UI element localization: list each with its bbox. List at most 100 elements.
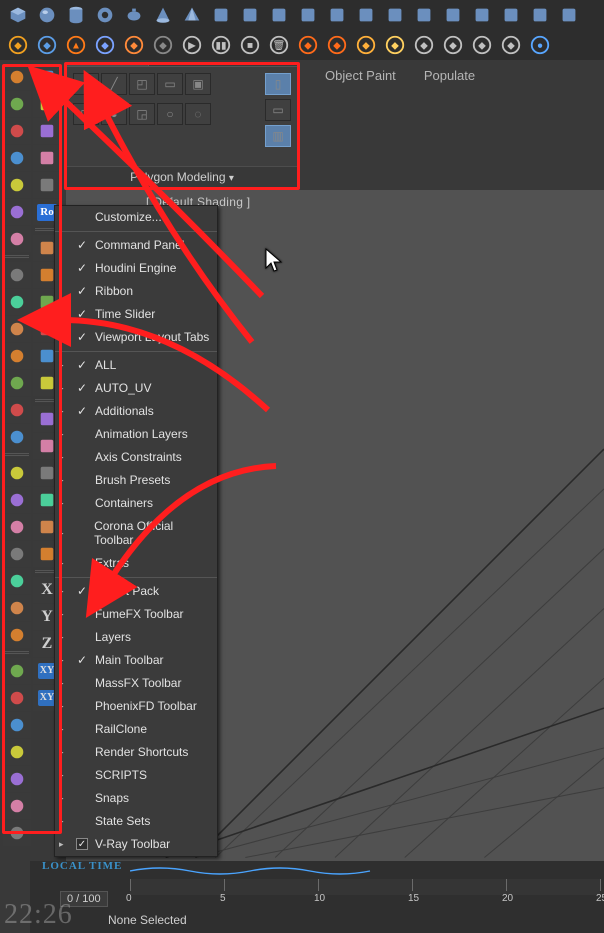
tool-a21[interactable]: [3, 622, 31, 648]
ripple-icon[interactable]: ◆: [91, 32, 119, 58]
menu-item-axis-constraints[interactable]: ▸Axis Constraints: [55, 446, 217, 469]
primitive-cylinder-button[interactable]: [62, 2, 90, 28]
edit-btn-3[interactable]: ◲: [129, 103, 155, 125]
edit-btn-5[interactable]: ◌: [185, 103, 211, 125]
tool-a22[interactable]: [3, 658, 31, 684]
polygon-modeling-title[interactable]: Polygon Modeling ▾: [67, 166, 297, 187]
tool-a13[interactable]: [3, 397, 31, 423]
time-ruler[interactable]: 0510152025: [130, 879, 600, 895]
tool-a10[interactable]: [3, 316, 31, 342]
menu-item-state-sets[interactable]: ▸State Sets: [55, 810, 217, 833]
tool-a24[interactable]: [3, 712, 31, 738]
primitive-oil-tank-button[interactable]: [352, 2, 380, 28]
preview-toggle-a[interactable]: ▯: [265, 73, 291, 95]
preview-toggle-b[interactable]: ▭: [265, 99, 291, 121]
trash-icon[interactable]: 🗑: [265, 32, 293, 58]
tool-a2[interactable]: [3, 91, 31, 117]
tool-a26[interactable]: [3, 766, 31, 792]
primitive-spindle-button[interactable]: [381, 2, 409, 28]
tool-a9[interactable]: [3, 289, 31, 315]
ribbon-tab-populate[interactable]: Populate: [410, 63, 489, 90]
menu-item-render-shortcuts[interactable]: ▸Render Shortcuts: [55, 741, 217, 764]
menu-item-layers[interactable]: ▸Layers: [55, 626, 217, 649]
menu-item-extras[interactable]: ▸Extras: [55, 552, 217, 575]
tool-a11[interactable]: [3, 343, 31, 369]
tool-a18[interactable]: [3, 541, 31, 567]
curve-track[interactable]: [130, 865, 600, 877]
tool-a12[interactable]: [3, 370, 31, 396]
tool-a16[interactable]: [3, 487, 31, 513]
subobj-poly-button[interactable]: ▭: [157, 73, 183, 95]
tool-a8[interactable]: [3, 262, 31, 288]
menu-item-massfx-toolbar[interactable]: ▸MassFX Toolbar: [55, 672, 217, 695]
tb4[interactable]: [33, 145, 61, 171]
edit-btn-2[interactable]: ◒: [101, 103, 127, 125]
primitive-pyramid-button[interactable]: [178, 2, 206, 28]
tool-a17[interactable]: [3, 514, 31, 540]
primitive-chamfer-box-button[interactable]: [294, 2, 322, 28]
play-icon[interactable]: ▶: [178, 32, 206, 58]
menu-item-fumefx-toolbar[interactable]: ▸FumeFX Toolbar: [55, 603, 217, 626]
tool-a27[interactable]: [3, 793, 31, 819]
tool-a6[interactable]: [3, 199, 31, 225]
atoms-icon[interactable]: ◆: [120, 32, 148, 58]
primitive-lextended-button[interactable]: [410, 2, 438, 28]
tool-a23[interactable]: [3, 685, 31, 711]
primitive-capsule-button[interactable]: [323, 2, 351, 28]
drop-icon[interactable]: ●: [526, 32, 554, 58]
tb1[interactable]: [33, 64, 61, 90]
orb-icon[interactable]: ◆: [410, 32, 438, 58]
toolbar-separator[interactable]: [5, 453, 29, 457]
tool-a14[interactable]: [3, 424, 31, 450]
menu-item-additionals[interactable]: ▸✓Additionals: [55, 400, 217, 423]
menu-item-scripts[interactable]: ▸SCRIPTS: [55, 764, 217, 787]
menu-item-animation-layers[interactable]: ▸Animation Layers: [55, 423, 217, 446]
tool-a3[interactable]: [3, 118, 31, 144]
primitive-ring-wave-button[interactable]: [468, 2, 496, 28]
menu-item-auto-uv[interactable]: ▸✓AUTO_UV: [55, 377, 217, 400]
render-icon[interactable]: ◆: [439, 32, 467, 58]
subobj-vertex-button[interactable]: ◦: [73, 73, 99, 95]
menu-item-houdini-engine[interactable]: ✓Houdini Engine: [55, 257, 217, 280]
tb3[interactable]: [33, 118, 61, 144]
primitive-text-button[interactable]: [555, 2, 583, 28]
menu-item-all[interactable]: ▸✓ALL: [55, 354, 217, 377]
menu-item-containers[interactable]: ▸Containers: [55, 492, 217, 515]
menu-item-time-slider[interactable]: ✓Time Slider: [55, 303, 217, 326]
tool-a5[interactable]: [3, 172, 31, 198]
rays-icon[interactable]: ◆: [381, 32, 409, 58]
menu-item-brush-presets[interactable]: ▸Brush Presets: [55, 469, 217, 492]
swirl-icon[interactable]: ◆: [497, 32, 525, 58]
menu-item-corona-official-toolbar[interactable]: ▸Corona Official Toolbar: [55, 515, 217, 552]
tool-a1[interactable]: [3, 64, 31, 90]
ribbon-tab-object-paint[interactable]: Object Paint: [311, 63, 410, 90]
primitive-cone-button[interactable]: [149, 2, 177, 28]
menu-item-forest-pack[interactable]: ▸✓Forest Pack: [55, 580, 217, 603]
subobj-element-button[interactable]: ▣: [185, 73, 211, 95]
menu-item-snaps[interactable]: ▸Snaps: [55, 787, 217, 810]
tb5[interactable]: [33, 172, 61, 198]
toolbar-separator[interactable]: [5, 651, 29, 655]
pause-icon[interactable]: ▮▮: [207, 32, 235, 58]
primitive-cube-button[interactable]: [4, 2, 32, 28]
tool-a20[interactable]: [3, 595, 31, 621]
tool-a4[interactable]: [3, 145, 31, 171]
menu-item-viewport-layout-tabs[interactable]: ✓Viewport Layout Tabs: [55, 326, 217, 349]
preview-toggle-c[interactable]: ▥: [265, 125, 291, 147]
tool-a25[interactable]: [3, 739, 31, 765]
edit-btn-1[interactable]: ◳: [73, 103, 99, 125]
fire-icon[interactable]: ▲: [62, 32, 90, 58]
tool-a15[interactable]: [3, 460, 31, 486]
primitive-extended-primitive-button[interactable]: [207, 2, 235, 28]
primitive-torus-button[interactable]: [91, 2, 119, 28]
tool-a19[interactable]: [3, 568, 31, 594]
subobj-edge-button[interactable]: ╱: [101, 73, 127, 95]
blank[interactable]: ◆: [149, 32, 177, 58]
tool-a28[interactable]: [3, 820, 31, 846]
primitive-gengon-button[interactable]: [439, 2, 467, 28]
selection-region-icon[interactable]: ◆: [4, 32, 32, 58]
menu-item-phoenixfd-toolbar[interactable]: ▸PhoenixFD Toolbar: [55, 695, 217, 718]
menu-item-customize-[interactable]: Customize...: [55, 206, 217, 229]
primitive-prism-button[interactable]: [236, 2, 264, 28]
window-layout-icon[interactable]: ◆: [33, 32, 61, 58]
